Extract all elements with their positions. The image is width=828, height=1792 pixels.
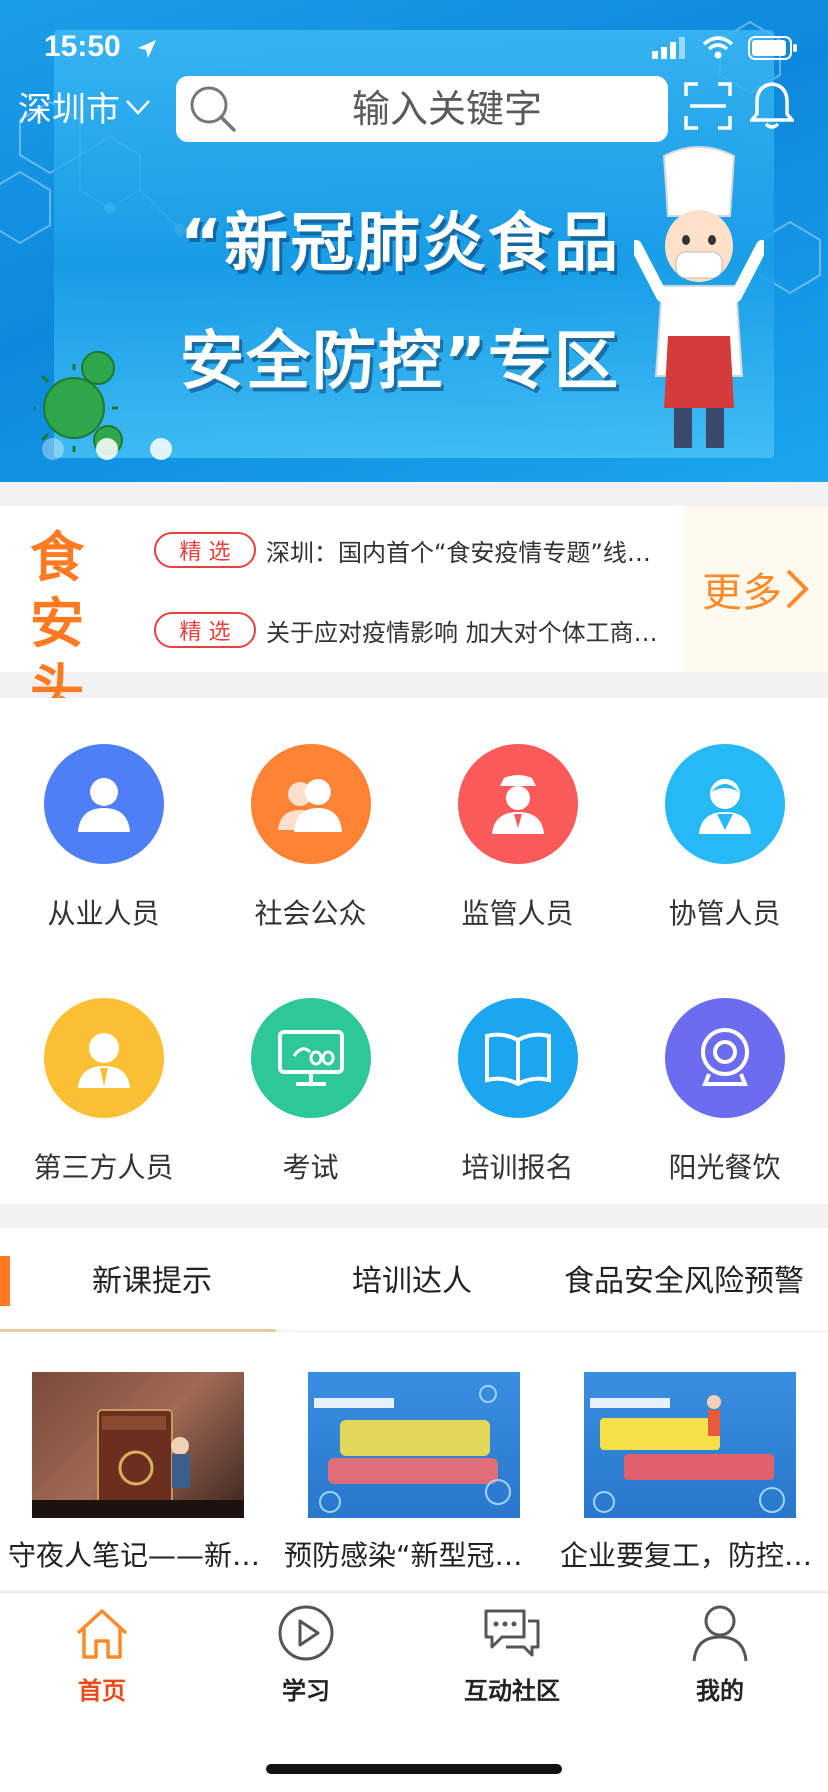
course-section: 新课提示 培训达人 食品安全风险预警 守夜人笔记——新型冠状病毒 xyxy=(0,1228,828,1590)
tab-risk-warning[interactable]: 食品安全风险预警 xyxy=(564,1256,804,1300)
camera-icon xyxy=(664,998,785,1118)
wifi-icon xyxy=(702,36,734,59)
banner-title-line1: “新冠肺炎食品 xyxy=(179,207,621,281)
grid-item-label: 考试 xyxy=(282,1151,339,1184)
grid-item-label: 社会公众 xyxy=(254,897,367,930)
course-card[interactable]: 守夜人笔记——新型冠状病毒 xyxy=(8,1372,264,1574)
course-title: 企业要复工，防控指引要分明 xyxy=(560,1539,816,1572)
nav-label: 互动社区 xyxy=(464,1677,560,1705)
featured-tag: 精 选 xyxy=(154,532,256,568)
book-illustration xyxy=(32,1409,244,1518)
grid-item-label: 从业人员 xyxy=(47,897,160,930)
grid-item-exam[interactable]: 考试 xyxy=(207,998,414,1186)
nav-community[interactable]: 互动社区 xyxy=(432,1603,592,1706)
carousel-dot[interactable] xyxy=(150,438,172,460)
tab-underline xyxy=(0,1329,276,1332)
function-grid: 从业人员 社会公众 监管人员 协管人员 第三方人员 考试 培训报名 阳光餐饮 xyxy=(0,698,828,1204)
nav-label: 首页 xyxy=(78,1677,126,1705)
officer-icon xyxy=(457,744,578,864)
search-icon xyxy=(190,86,236,132)
chat-icon xyxy=(484,1609,540,1657)
nav-label: 我的 xyxy=(696,1677,744,1705)
tab-training-experts[interactable]: 培训达人 xyxy=(352,1256,472,1300)
course-thumbnail xyxy=(308,1372,520,1518)
chevron-down-icon xyxy=(126,99,150,115)
person-icon xyxy=(43,744,164,864)
nav-profile[interactable]: 我的 xyxy=(640,1603,800,1706)
home-indicator xyxy=(266,1764,562,1774)
headline-item[interactable]: 精 选 深圳：国内首个“食安疫情专题”线上课堂上线 xyxy=(154,530,674,570)
exam-screen-icon xyxy=(250,998,371,1118)
battery-icon xyxy=(748,36,797,60)
tab-new-courses[interactable]: 新课提示 xyxy=(92,1256,212,1300)
course-thumbnail xyxy=(584,1372,796,1518)
carousel-dots[interactable] xyxy=(42,438,172,460)
carousel-dot[interactable] xyxy=(42,438,64,460)
tab-active-marker xyxy=(0,1256,10,1306)
group-icon xyxy=(250,744,371,864)
status-time: 15:50 xyxy=(44,30,121,63)
course-card[interactable]: 企业要复工，防控指引要分明 xyxy=(560,1372,816,1574)
more-button[interactable]: 更多 xyxy=(684,506,828,672)
profile-icon xyxy=(692,1605,748,1662)
featured-tag-label: 精 选 xyxy=(179,620,231,645)
chevron-right-icon xyxy=(786,569,809,609)
grid-item-assistants[interactable]: 协管人员 xyxy=(621,744,828,932)
third-party-icon xyxy=(43,998,164,1118)
virus-banner-illustration xyxy=(314,1385,511,1513)
assistant-icon xyxy=(664,744,785,864)
course-title: 守夜人笔记——新型冠状病毒 xyxy=(8,1539,264,1572)
scan-icon[interactable] xyxy=(684,82,732,130)
banner-title-line2: 安全防控”专区 xyxy=(179,325,621,399)
return-to-work-illustration xyxy=(590,1395,785,1513)
grid-item-supervisors[interactable]: 监管人员 xyxy=(414,744,621,932)
nav-home[interactable]: 首页 xyxy=(22,1603,182,1706)
bottom-nav: 首页 学习 互动社区 我的 xyxy=(0,1592,828,1792)
carousel-dot[interactable] xyxy=(96,438,118,460)
grid-item-practitioners[interactable]: 从业人员 xyxy=(0,744,207,932)
grid-item-third-party[interactable]: 第三方人员 xyxy=(0,998,207,1186)
featured-tag: 精 选 xyxy=(154,612,256,648)
course-title: 预防感染“新型冠状病毒”有妙招 xyxy=(284,1539,540,1572)
course-card[interactable]: 预防感染“新型冠状病毒”有妙招 xyxy=(284,1372,540,1574)
course-thumbnail xyxy=(32,1372,244,1518)
header-bar: 深圳市 xyxy=(0,70,828,150)
play-icon xyxy=(278,1605,334,1661)
grid-item-public[interactable]: 社会公众 xyxy=(207,744,414,932)
chef-illustration xyxy=(634,146,764,448)
grid-item-training-signup[interactable]: 培训报名 xyxy=(414,998,621,1186)
search-input[interactable] xyxy=(176,76,668,142)
location-arrow-icon xyxy=(138,40,156,58)
grid-item-label: 协管人员 xyxy=(668,897,781,930)
home-icon xyxy=(76,1609,128,1659)
grid-item-label: 阳光餐饮 xyxy=(668,1151,781,1184)
city-label: 深圳市 xyxy=(18,90,120,130)
headlines-logo-line1: 食安 xyxy=(30,525,86,655)
search-box[interactable] xyxy=(176,76,668,142)
headline-text: 深圳：国内首个“食安疫情专题”线上课堂上线 xyxy=(266,538,670,567)
nav-label: 学习 xyxy=(282,1677,330,1705)
nav-learning[interactable]: 学习 xyxy=(226,1603,386,1706)
grid-item-label: 第三方人员 xyxy=(33,1151,174,1184)
book-icon xyxy=(457,998,578,1118)
grid-item-label: 监管人员 xyxy=(461,897,574,930)
hero-banner[interactable]: “新冠肺炎食品 安全防控”专区 15:50 深圳市 输入关键字 xyxy=(0,0,828,482)
cellular-signal-icon xyxy=(652,37,685,59)
featured-tag-label: 精 选 xyxy=(179,540,231,565)
headline-item[interactable]: 精 选 关于应对疫情影响 加大对个体工商户扶持力度 xyxy=(154,610,674,650)
grid-item-sunshine-catering[interactable]: 阳光餐饮 xyxy=(621,998,828,1186)
grid-item-label: 培训报名 xyxy=(461,1151,574,1184)
food-safety-headlines: 食安 头条 精 选 深圳：国内首个“食安疫情专题”线上课堂上线 精 选 关于应对… xyxy=(0,506,828,787)
more-label: 更多 xyxy=(702,570,782,616)
bell-icon[interactable] xyxy=(750,80,794,130)
headline-text: 关于应对疫情影响 加大对个体工商户扶持力度 xyxy=(266,618,670,647)
course-tabs: 新课提示 培训达人 食品安全风险预警 xyxy=(0,1228,828,1332)
city-selector[interactable]: 深圳市 xyxy=(18,82,152,131)
